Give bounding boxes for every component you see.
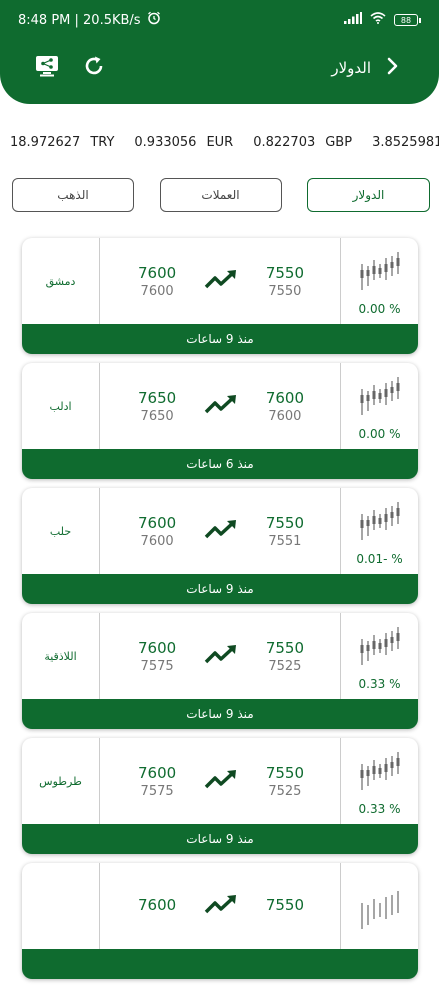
change-percent: 0.33 % xyxy=(358,677,401,691)
price-sell: 7600 7575 xyxy=(138,638,177,674)
price-card[interactable]: طرطوس 7600 7575 7550 7525 0.33 % منذ 9 ساع… xyxy=(22,738,418,854)
trending-up-icon xyxy=(203,767,239,795)
alarm-icon xyxy=(147,11,161,29)
sparkline-icon xyxy=(358,500,402,548)
ticker-item: 3.8525981 xyxy=(372,134,439,150)
price-buy: 7550 xyxy=(265,896,304,914)
app-header: 8:48 PM | 20.5KB/s 88 الدولار xyxy=(0,0,439,104)
status-time: 8:48 PM | 20.5KB/s xyxy=(18,12,141,28)
price-buy: 7550 7550 xyxy=(265,263,304,299)
tab-gold[interactable]: الذهب xyxy=(12,178,134,212)
price-sell: 7600 xyxy=(138,896,177,914)
change-percent: 0.33 % xyxy=(358,802,401,816)
ticker-item: 0.822703 GBP xyxy=(253,134,353,150)
page-title: الدولار xyxy=(331,59,371,77)
city-label: طرطوس xyxy=(22,738,100,824)
price-sell: 7600 7600 xyxy=(138,263,177,299)
sparkline-icon xyxy=(358,625,402,673)
price-card[interactable]: حلب 7600 7600 7550 7551 0.01- % منذ 9 ساعا… xyxy=(22,488,418,604)
tab-currencies[interactable]: العملات xyxy=(159,178,282,212)
city-label: حلب xyxy=(22,488,100,574)
battery-level: 88 xyxy=(394,14,418,26)
tab-dollar[interactable]: الدولار xyxy=(307,178,430,212)
ticker-item: 0.933056 EUR xyxy=(134,134,234,150)
category-tabs: الذهب العملات الدولار xyxy=(12,178,430,212)
ticker-item: 18.972627 TRY xyxy=(10,134,115,150)
price-buy: 7550 7525 xyxy=(265,763,304,799)
price-sell: 7600 7600 xyxy=(138,513,177,549)
price-card[interactable]: ادلب 7650 7650 7600 7600 0.00 % منذ 6 ساعا… xyxy=(22,363,418,479)
price-card[interactable]: اللاذقية 7600 7575 7550 7525 0.33 % منذ 9 … xyxy=(22,613,418,729)
sparkline-icon xyxy=(358,250,402,298)
trending-up-icon xyxy=(203,642,239,670)
city-label: اللاذقية xyxy=(22,613,100,699)
toolbar: الدولار xyxy=(34,50,399,86)
city-label: ادلب xyxy=(22,363,100,449)
updated-ago: منذ 9 ساعات xyxy=(22,574,418,604)
updated-ago: منذ 6 ساعات xyxy=(22,449,418,479)
sparkline-icon xyxy=(358,889,402,937)
trending-up-icon xyxy=(203,517,239,545)
updated-ago: منذ 9 ساعات xyxy=(22,824,418,854)
price-sell: 7650 7650 xyxy=(138,388,177,424)
signal-icon xyxy=(344,12,362,28)
updated-ago: منذ 9 ساعات xyxy=(22,699,418,729)
price-sell: 7600 7575 xyxy=(138,763,177,799)
sparkline-icon xyxy=(358,750,402,798)
updated-ago xyxy=(22,949,418,979)
refresh-icon[interactable] xyxy=(82,54,106,82)
chevron-right-icon[interactable] xyxy=(385,57,399,79)
updated-ago: منذ 9 ساعات xyxy=(22,324,418,354)
wifi-icon xyxy=(370,12,386,28)
status-bar: 8:48 PM | 20.5KB/s 88 xyxy=(18,10,421,30)
share-screen-icon[interactable] xyxy=(34,54,60,82)
price-card[interactable]: 7600 7550 xyxy=(22,863,418,979)
city-label xyxy=(22,863,100,949)
city-label: دمشق xyxy=(22,238,100,324)
currency-ticker: 18.972627 TRY 0.933056 EUR 0.822703 GBP 3.8… xyxy=(0,126,439,158)
price-card[interactable]: دمشق 7600 7600 7550 7550 0.00 % منذ 9 ساعا… xyxy=(22,238,418,354)
change-percent: 0.00 % xyxy=(358,302,401,316)
sparkline-icon xyxy=(358,375,402,423)
price-buy: 7550 7525 xyxy=(265,638,304,674)
price-buy: 7600 7600 xyxy=(265,388,304,424)
battery-icon: 88 xyxy=(394,14,421,26)
change-percent: 0.00 % xyxy=(358,427,401,441)
trending-up-icon xyxy=(203,267,239,295)
trending-up-icon xyxy=(203,892,239,920)
change-percent: 0.01- % xyxy=(356,552,403,566)
price-buy: 7550 7551 xyxy=(265,513,304,549)
trending-up-icon xyxy=(203,392,239,420)
price-list: دمشق 7600 7600 7550 7550 0.00 % منذ 9 ساعا… xyxy=(22,238,418,988)
